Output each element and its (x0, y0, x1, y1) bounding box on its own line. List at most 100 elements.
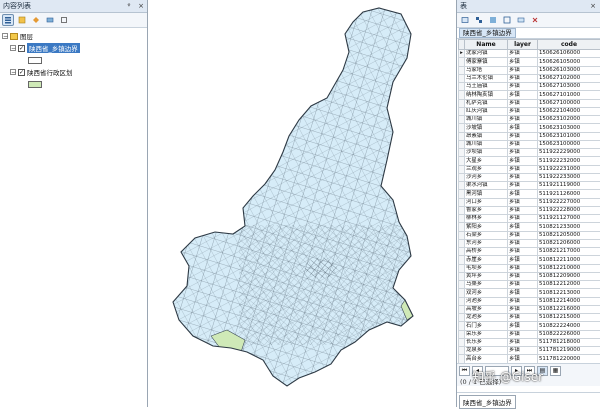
table-options-icon[interactable] (459, 14, 471, 26)
cell-layer[interactable]: 乡镇 (508, 347, 538, 355)
toc-options-icon[interactable] (58, 14, 70, 26)
table-row[interactable]: 东河乡乡镇510821206000 (459, 239, 600, 247)
table-row[interactable]: 高坡乡乡镇510812216000 (459, 305, 600, 313)
table-row[interactable]: 龙泉乡乡镇511781219000 (459, 347, 600, 355)
cell-code[interactable]: 150626106000 (538, 50, 600, 58)
cell-layer[interactable]: 乡镇 (508, 272, 538, 280)
cell-code[interactable]: 511781220000 (538, 355, 600, 363)
layer-name-province[interactable]: 陕西省行政区划 (27, 67, 73, 77)
table-row[interactable]: 昂素镇乡镇150623101000 (459, 132, 600, 140)
cell-layer[interactable]: 乡镇 (508, 132, 538, 140)
cell-layer[interactable]: 乡镇 (508, 198, 538, 206)
cell-layer[interactable]: 乡镇 (508, 223, 538, 231)
column-header-code[interactable]: code (538, 40, 600, 50)
cell-layer[interactable]: 乡镇 (508, 239, 538, 247)
cell-code[interactable]: 511781219000 (538, 347, 600, 355)
layer-name-township[interactable]: 陕西省_乡镇边界 (27, 43, 80, 53)
cell-layer[interactable]: 乡镇 (508, 74, 538, 82)
cell-code[interactable]: 150623103000 (538, 124, 600, 132)
cell-name[interactable]: 昂素镇 (465, 132, 508, 140)
cell-name[interactable]: 双河乡 (465, 289, 508, 297)
cell-code[interactable]: 510821233000 (538, 223, 600, 231)
cell-layer[interactable]: 乡镇 (508, 182, 538, 190)
table-row[interactable]: 马家塔乡镇150626103000 (459, 66, 600, 74)
table-close-icon[interactable]: × (588, 0, 598, 12)
cell-code[interactable]: 511922228000 (538, 206, 600, 214)
cell-name[interactable]: 毛坝乡 (465, 264, 508, 272)
list-by-visibility-icon[interactable] (30, 14, 42, 26)
list-by-selection-icon[interactable] (44, 14, 56, 26)
cell-layer[interactable]: 乡镇 (508, 165, 538, 173)
cell-name[interactable]: 马王庙镇 (465, 83, 508, 91)
cell-code[interactable]: 150627103000 (538, 83, 600, 91)
cell-code[interactable]: 150623101000 (538, 132, 600, 140)
cell-name[interactable]: 长乐乡 (465, 338, 508, 346)
related-tables-icon[interactable] (473, 14, 485, 26)
map-view[interactable] (149, 0, 455, 407)
cell-code[interactable]: 150627101000 (538, 91, 600, 99)
cell-name[interactable]: 东河乡 (465, 239, 508, 247)
cell-name[interactable]: 城川镇 (465, 116, 508, 124)
table-row[interactable]: 马桑乡乡镇510812212000 (459, 281, 600, 289)
cell-code[interactable]: 150627102000 (538, 74, 600, 82)
cell-layer[interactable]: 乡镇 (508, 248, 538, 256)
cell-layer[interactable]: 乡镇 (508, 256, 538, 264)
cell-code[interactable]: 510812214000 (538, 297, 600, 305)
cell-layer[interactable]: 乡镇 (508, 297, 538, 305)
cell-code[interactable]: 511922231000 (538, 165, 600, 173)
table-row[interactable]: 龙池乡乡镇510812215000 (459, 314, 600, 322)
cell-code[interactable]: 511921119000 (538, 182, 600, 190)
cell-name[interactable]: 龙泉乡 (465, 347, 508, 355)
cell-code[interactable]: 511922229000 (538, 149, 600, 157)
cell-code[interactable]: 510812212000 (538, 281, 600, 289)
table-row[interactable]: 沙坝镇乡镇511922229000 (459, 149, 600, 157)
show-selected-records-icon[interactable]: ▦ (550, 366, 561, 376)
cell-name[interactable]: 渠水河镇 (465, 182, 508, 190)
cell-layer[interactable]: 乡镇 (508, 355, 538, 363)
cell-code[interactable]: 150626103000 (538, 66, 600, 74)
column-header-layer[interactable]: layer (508, 40, 538, 50)
cell-layer[interactable]: 乡镇 (508, 215, 538, 223)
cell-name[interactable]: 赤崖乡 (465, 256, 508, 264)
table-row[interactable]: 双河乡乡镇510812213000 (459, 289, 600, 297)
cell-code[interactable]: 510812210000 (538, 264, 600, 272)
table-bottom-tab[interactable]: 陕西省_乡镇边界 (457, 392, 600, 407)
layer-visibility-checkbox[interactable]: ✓ (18, 69, 25, 76)
cell-code[interactable]: 150627100000 (538, 99, 600, 107)
cell-layer[interactable]: 乡镇 (508, 190, 538, 198)
cell-layer[interactable]: 乡镇 (508, 149, 538, 157)
table-row[interactable]: 河池乡乡镇510812214000 (459, 297, 600, 305)
table-row[interactable]: 长乐乡乡镇511781218000 (459, 338, 600, 346)
cell-name[interactable]: 石梁乡 (465, 231, 508, 239)
table-row[interactable]: ▸沈家河镇乡镇150626106000 (459, 50, 600, 58)
first-record-icon[interactable]: ⏮ (459, 366, 470, 376)
table-layer-tab[interactable]: 陕西省_乡镇边界 (457, 28, 600, 39)
column-header-name[interactable]: Name (465, 40, 508, 50)
cell-name[interactable]: 高坡乡 (465, 305, 508, 313)
select-by-attributes-icon[interactable] (487, 14, 499, 26)
clear-selection-icon[interactable] (515, 14, 527, 26)
cell-name[interactable]: 柳林乡 (465, 215, 508, 223)
table-row[interactable]: 荣乐乡乡镇510822226000 (459, 330, 600, 338)
table-row[interactable]: 石门乡乡镇510822224000 (459, 322, 600, 330)
cell-name[interactable]: 高桥乡 (465, 248, 508, 256)
table-row[interactable]: 乌兰木伦镇乡镇150627102000 (459, 74, 600, 82)
cell-layer[interactable]: 乡镇 (508, 289, 538, 297)
collapse-icon[interactable]: − (10, 69, 16, 75)
table-row[interactable]: 马王庙镇乡镇150627103000 (459, 83, 600, 91)
table-row[interactable]: 柳林乡乡镇511921127000 (459, 215, 600, 223)
cell-layer[interactable]: 乡镇 (508, 157, 538, 165)
cell-code[interactable]: 511781218000 (538, 338, 600, 346)
cell-layer[interactable]: 乡镇 (508, 140, 538, 148)
table-row[interactable]: 傅家寨镇乡镇150626105000 (459, 58, 600, 66)
cell-name[interactable]: 黄坪乡 (465, 272, 508, 280)
table-row[interactable]: 札萨克镇乡镇150627100000 (459, 99, 600, 107)
layers-root-row[interactable]: − 图层 (2, 30, 147, 42)
table-row[interactable]: 兰观乡乡镇511922231000 (459, 165, 600, 173)
list-by-drawing-order-icon[interactable] (2, 14, 14, 26)
table-layer-tab-label[interactable]: 陕西省_乡镇边界 (459, 28, 516, 38)
cell-layer[interactable]: 乡镇 (508, 305, 538, 313)
table-row[interactable]: 毛坝乡乡镇510812210000 (459, 264, 600, 272)
cell-layer[interactable]: 乡镇 (508, 314, 538, 322)
cell-code[interactable]: 511922232000 (538, 157, 600, 165)
